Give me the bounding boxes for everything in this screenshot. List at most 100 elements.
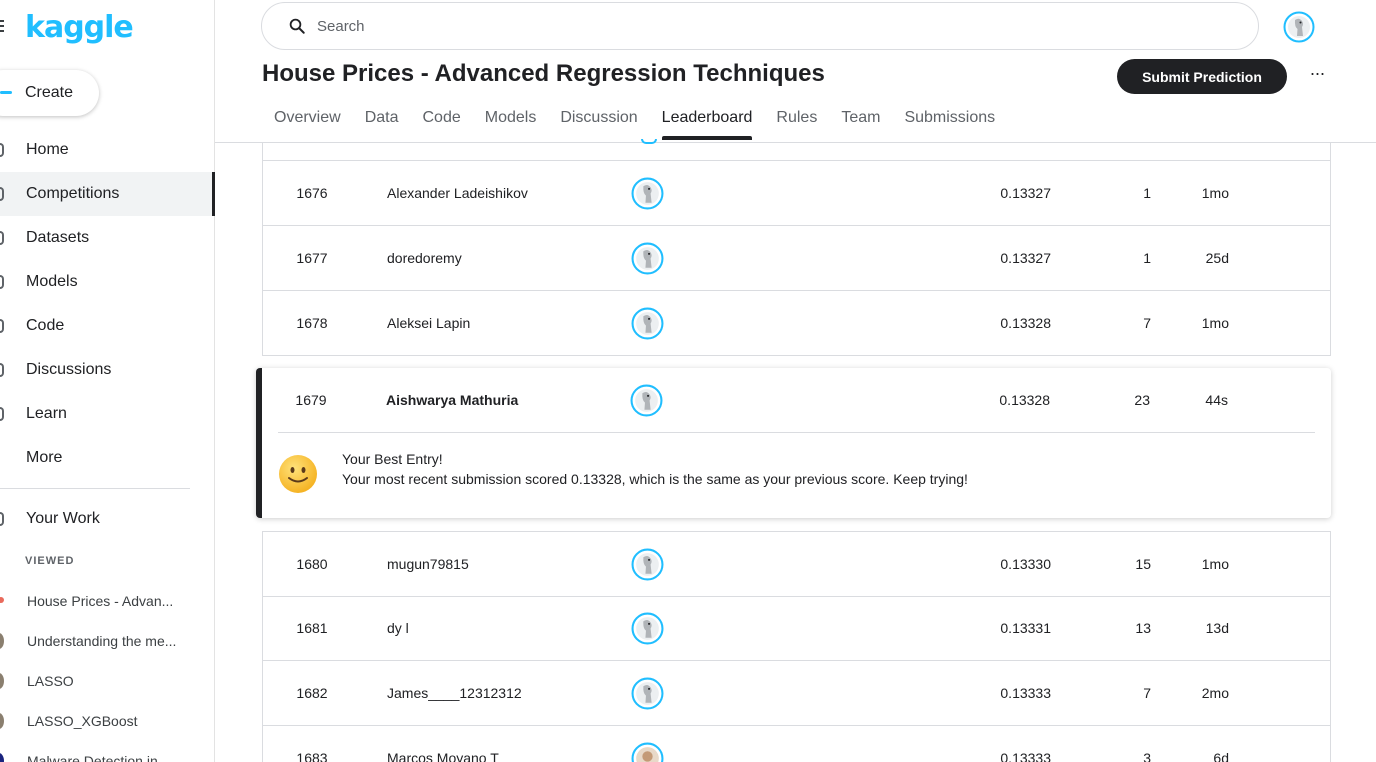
team-name-cell[interactable]: Aishwarya Mathuria <box>386 368 606 432</box>
sidebar-item-learn[interactable]: Learn <box>0 392 215 436</box>
rank-cell: 1676 <box>296 185 328 201</box>
entries-cell: 1 <box>1143 185 1151 201</box>
score-cell: 0.13333 <box>1000 750 1051 762</box>
code-icon <box>0 319 4 333</box>
table-row[interactable]: 1677 doredoremy 0.13327 1 25d <box>262 226 1331 291</box>
avatar <box>641 139 657 144</box>
rank-cell: 1680 <box>296 556 328 572</box>
tab-models[interactable]: Models <box>473 96 549 140</box>
rank-cell: 1679 <box>295 392 327 408</box>
tab-discussion[interactable]: Discussion <box>548 96 649 140</box>
plus-icon <box>0 91 12 94</box>
user-thumbnail <box>0 753 4 762</box>
sidebar-item-your-work[interactable]: Your Work <box>0 497 215 541</box>
viewed-item-label: LASSO <box>27 673 74 689</box>
tab-data[interactable]: Data <box>353 96 411 140</box>
sidebar-item-discussions[interactable]: Discussions <box>0 348 215 392</box>
team-name-cell[interactable]: doredoremy <box>387 226 607 290</box>
database-icon <box>0 231 4 245</box>
sidebar-item-label: Datasets <box>26 229 90 246</box>
tab-overview[interactable]: Overview <box>262 96 353 140</box>
user-thumbnail <box>0 713 4 729</box>
sidebar-item-datasets[interactable]: Datasets <box>0 216 215 260</box>
viewed-item-label: LASSO_XGBoost <box>27 713 138 729</box>
last-submission-cell: 25d <box>1205 250 1229 266</box>
learn-icon <box>0 407 4 421</box>
team-avatar-cell[interactable] <box>629 226 665 290</box>
user-avatar <box>631 612 663 644</box>
sidebar-divider <box>0 488 190 489</box>
table-row[interactable]: 1676 Alexander Ladeishikov 0.13327 1 1mo <box>262 161 1331 226</box>
entries-cell: 7 <box>1143 315 1151 331</box>
sidebar-item-label: Models <box>26 273 78 290</box>
entries-cell: 3 <box>1143 750 1151 762</box>
sidebar-item-more[interactable]: More <box>0 436 215 480</box>
entries-cell: 23 <box>1134 392 1150 408</box>
viewed-item[interactable]: LASSO_XGBoost <box>0 701 215 741</box>
rank-cell: 1678 <box>296 315 328 331</box>
score-cell: 0.13327 <box>1000 185 1051 201</box>
tab-rules[interactable]: Rules <box>764 96 829 140</box>
team-name-cell[interactable]: Marcos Moyano T <box>387 726 607 762</box>
table-row[interactable]: 1679 Aishwarya Mathuria 0.13328 23 44s <box>262 368 1331 432</box>
team-name-cell[interactable]: Alexander Ladeishikov <box>387 161 607 225</box>
search-input[interactable] <box>317 17 1117 35</box>
viewed-item-label: House Prices - Advan... <box>27 593 174 609</box>
tab-submissions[interactable]: Submissions <box>892 96 1007 140</box>
last-submission-cell: 1mo <box>1201 556 1229 572</box>
competition-tabs: Overview Data Code Models Discussion Lea… <box>262 96 1007 143</box>
table-row[interactable]: 1681 dy l 0.13331 13 13d <box>262 596 1331 661</box>
user-avatar[interactable] <box>1283 11 1315 43</box>
entries-cell: 7 <box>1143 685 1151 701</box>
last-submission-cell: 1mo <box>1201 185 1229 201</box>
more-options-icon[interactable]: ··· <box>1306 64 1328 86</box>
page-title: House Prices - Advanced Regression Techn… <box>262 60 825 87</box>
team-avatar-cell[interactable] <box>629 532 665 596</box>
tab-team[interactable]: Team <box>829 96 892 140</box>
team-avatar-cell[interactable] <box>629 661 665 725</box>
tab-code[interactable]: Code <box>410 96 472 140</box>
team-avatar-cell[interactable] <box>629 161 665 225</box>
best-entry-title: Your Best Entry! <box>342 451 443 467</box>
menu-icon[interactable] <box>0 20 6 32</box>
user-avatar <box>631 742 663 762</box>
table-row <box>262 139 1331 161</box>
score-cell: 0.13327 <box>1000 250 1051 266</box>
kaggle-logo[interactable]: kaggle <box>25 10 134 45</box>
table-row[interactable]: 1678 Aleksei Lapin 0.13328 7 1mo <box>262 291 1331 356</box>
team-name-cell[interactable]: dy l <box>387 596 607 660</box>
team-avatar-cell[interactable] <box>628 368 664 432</box>
best-entry-message: Your most recent submission scored 0.133… <box>342 471 968 487</box>
sidebar-item-home[interactable]: Home <box>0 128 215 172</box>
table-row[interactable]: 1680 mugun79815 0.13330 15 1mo <box>262 531 1331 597</box>
tab-leaderboard[interactable]: Leaderboard <box>650 96 765 140</box>
score-cell: 0.13330 <box>1000 556 1051 572</box>
rank-cell: 1681 <box>296 620 328 636</box>
card-divider <box>278 432 1315 433</box>
team-name-cell[interactable]: Aleksei Lapin <box>387 291 607 355</box>
team-avatar-cell[interactable] <box>629 291 665 355</box>
viewed-item[interactable]: Malware Detection in... <box>0 741 215 762</box>
sidebar-item-label: Code <box>26 317 65 334</box>
team-name-cell[interactable]: mugun79815 <box>387 532 607 596</box>
sidebar-item-label: Home <box>26 141 69 158</box>
user-avatar <box>631 307 663 339</box>
viewed-item[interactable]: LASSO <box>0 661 215 701</box>
table-row[interactable]: 1682 James____12312312 0.13333 7 2mo <box>262 661 1331 726</box>
team-name-cell[interactable]: James____12312312 <box>387 661 607 725</box>
create-button[interactable]: Create <box>0 70 99 116</box>
user-avatar <box>631 677 663 709</box>
user-avatar <box>631 177 663 209</box>
search-icon <box>289 18 305 34</box>
team-avatar-cell[interactable] <box>629 726 665 762</box>
smiley-icon <box>279 455 317 493</box>
submit-prediction-button[interactable]: Submit Prediction <box>1117 59 1287 94</box>
team-avatar-cell[interactable] <box>629 596 665 660</box>
sidebar-item-models[interactable]: Models <box>0 260 215 304</box>
sidebar-item-code[interactable]: Code <box>0 304 215 348</box>
viewed-item[interactable]: House Prices - Advan... <box>0 581 215 621</box>
sidebar-item-competitions[interactable]: Competitions <box>0 172 215 216</box>
table-row[interactable]: 1683 Marcos Moyano T 0.13333 3 6d <box>262 726 1331 762</box>
search-bar[interactable] <box>261 2 1259 50</box>
viewed-item[interactable]: Understanding the me... <box>0 621 215 661</box>
